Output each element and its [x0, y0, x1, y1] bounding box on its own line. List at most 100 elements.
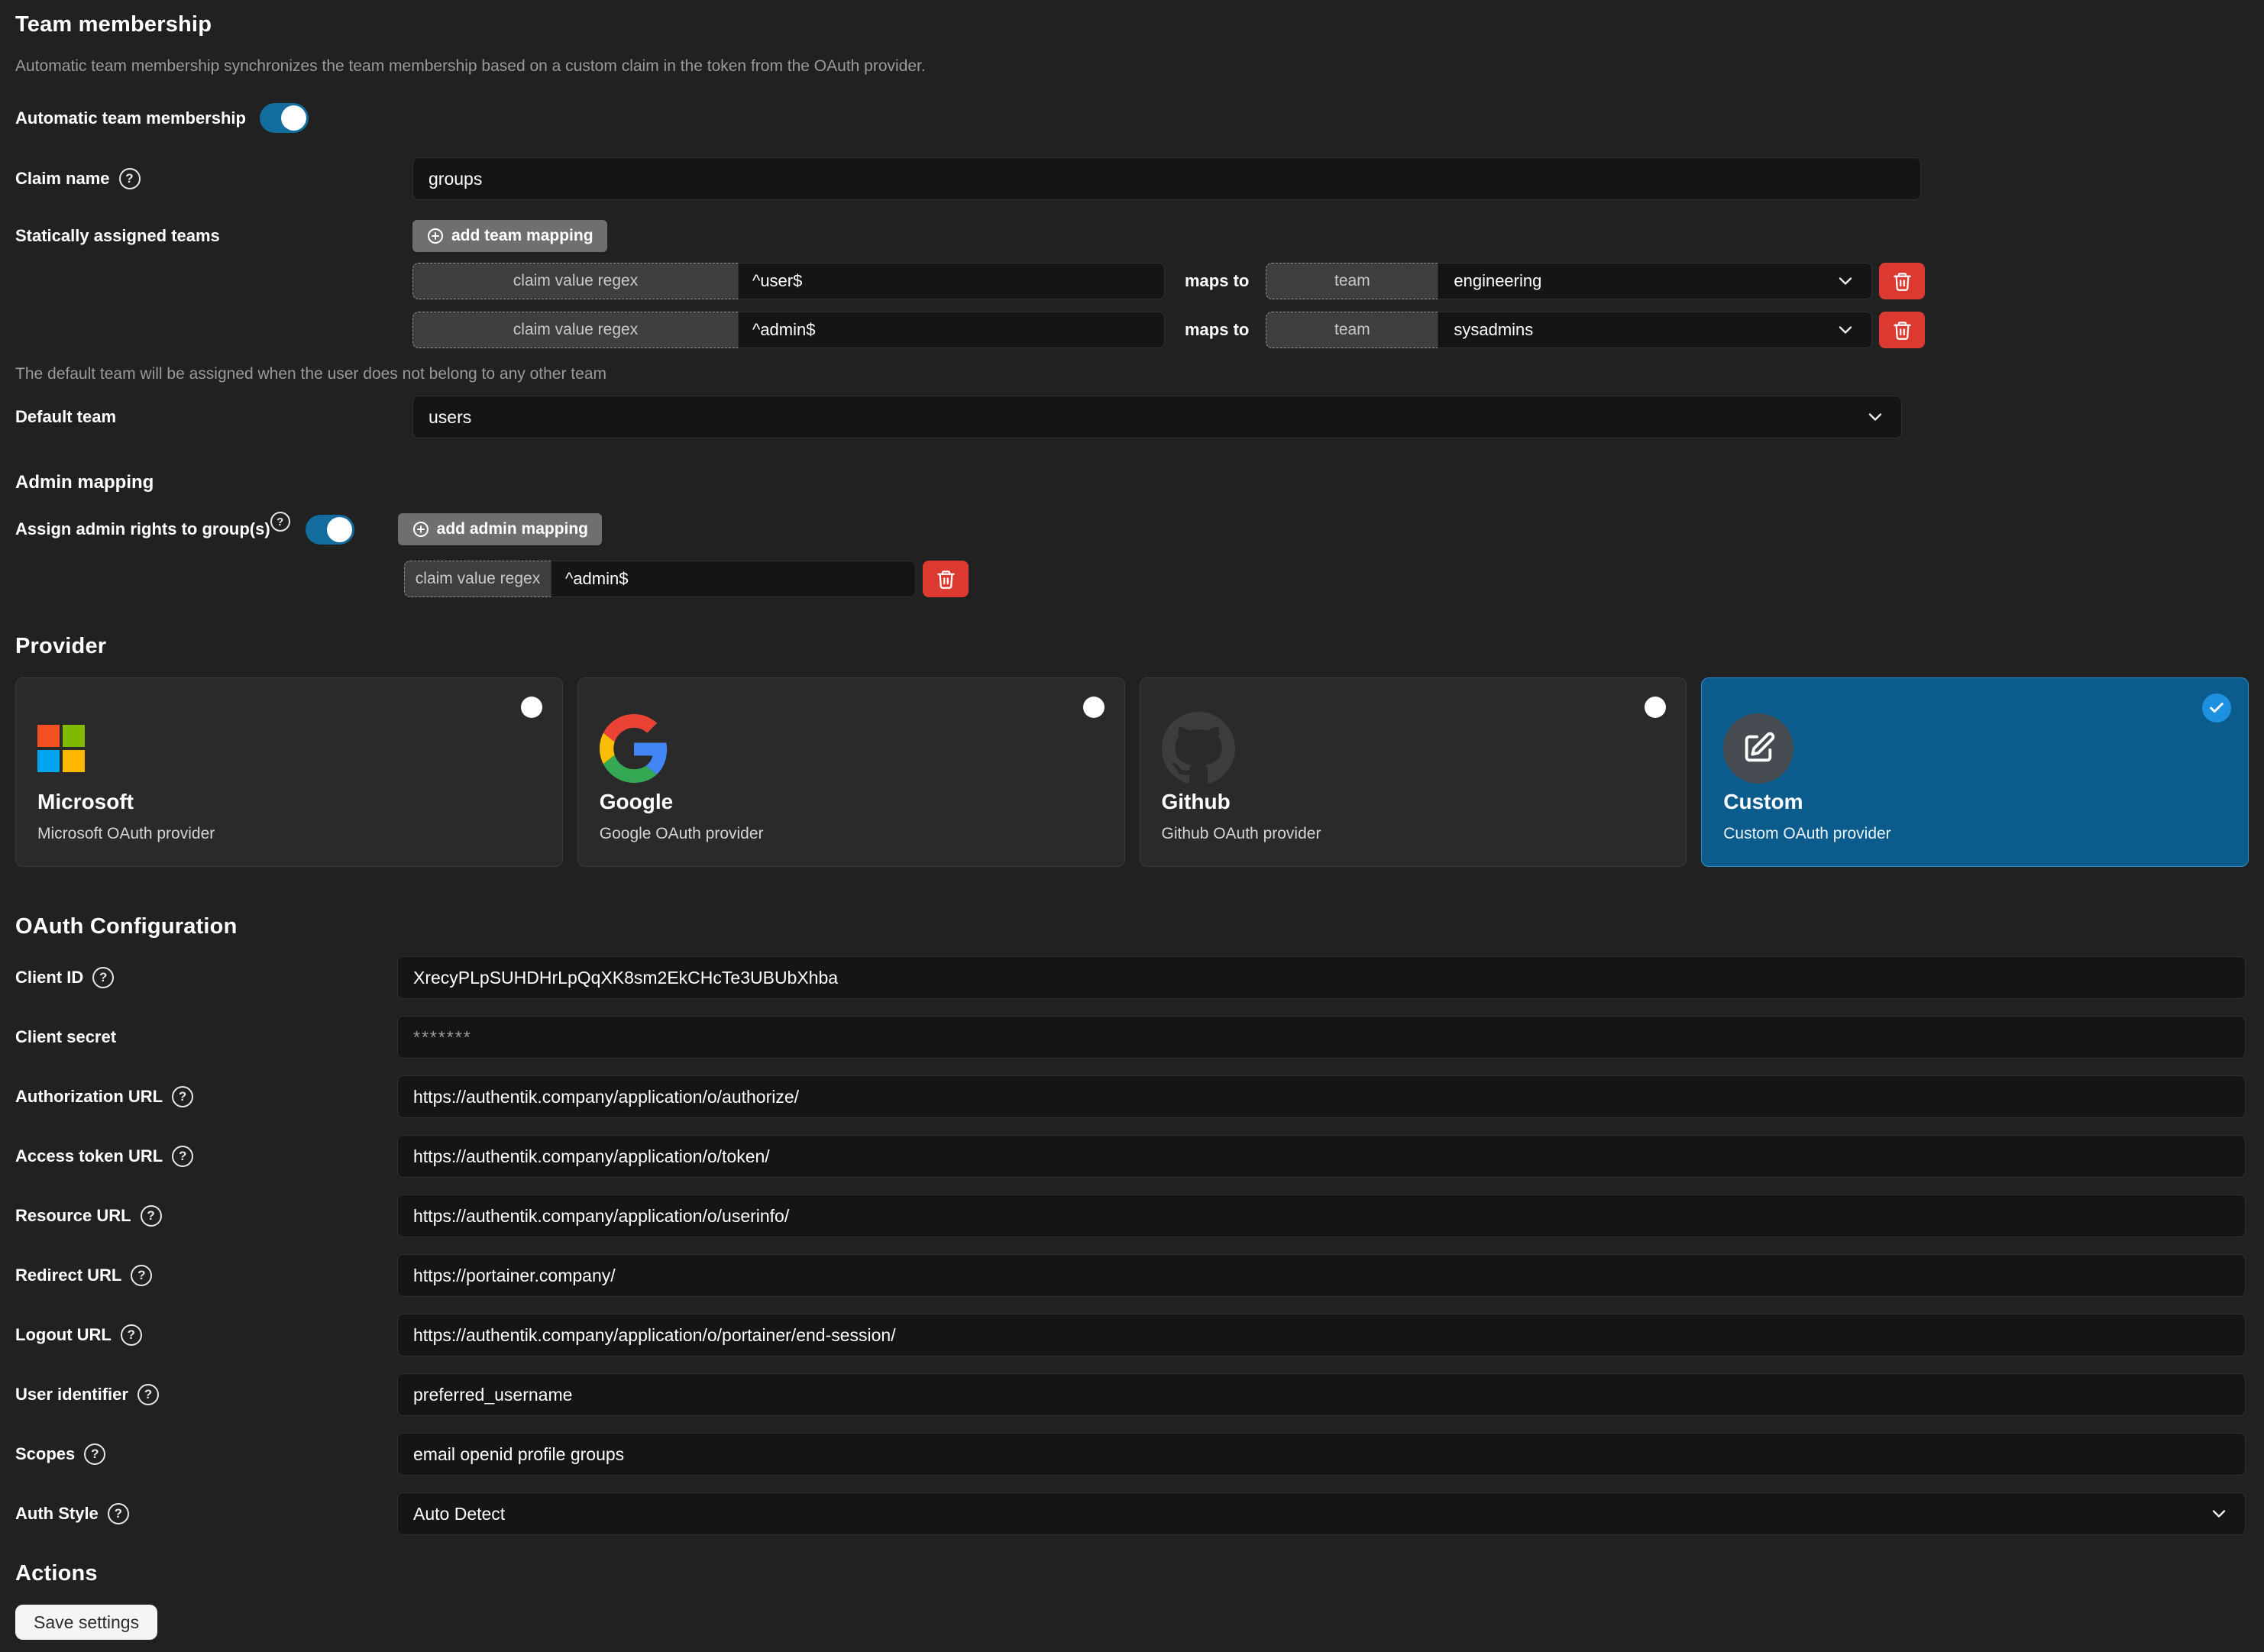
team-membership-description: Automatic team membership synchronizes t… [15, 57, 2249, 76]
client-id-input[interactable] [397, 956, 2246, 999]
default-team-label: Default team [15, 407, 116, 427]
help-icon[interactable]: ? [141, 1205, 162, 1227]
team-membership-title: Team membership [15, 12, 2249, 37]
save-settings-button[interactable]: Save settings [15, 1605, 157, 1640]
add-admin-mapping-button[interactable]: add admin mapping [398, 513, 602, 545]
delete-admin-mapping-button[interactable] [923, 561, 969, 597]
provider-card-microsoft[interactable]: Microsoft Microsoft OAuth provider [15, 677, 563, 867]
delete-mapping-button[interactable] [1879, 312, 1925, 348]
help-icon[interactable]: ? [121, 1324, 142, 1346]
add-admin-mapping-label: add admin mapping [437, 520, 588, 538]
provider-card-description: Github OAuth provider [1162, 825, 1321, 843]
oauth-configuration-title: OAuth Configuration [15, 914, 2249, 939]
authorization-url-label: Authorization URL [15, 1087, 163, 1107]
provider-card-title: Microsoft [37, 790, 134, 814]
resource-url-input[interactable] [397, 1195, 2246, 1237]
admin-mapping-title: Admin mapping [15, 472, 2249, 493]
redirect-url-input[interactable] [397, 1254, 2246, 1297]
chevron-down-icon [1835, 270, 1856, 292]
toggle-knob [281, 105, 306, 131]
oauth-field-row-redirect-url: Redirect URL ? [15, 1254, 2249, 1297]
assign-admin-row: Assign admin rights to group(s) ? add ad… [15, 513, 2249, 545]
provider-radio[interactable] [1645, 697, 1666, 718]
actions-section: Actions Save settings [15, 1561, 2249, 1640]
claim-value-regex-addon: claim value regex [412, 263, 738, 299]
toggle-knob [327, 517, 352, 542]
actions-title: Actions [15, 1561, 2249, 1586]
default-team-label-col: Default team [15, 407, 412, 427]
team-select-value: sysadmins [1454, 320, 1533, 340]
delete-mapping-button[interactable] [1879, 263, 1925, 299]
default-team-select[interactable]: users [412, 396, 1902, 438]
field-label-col: Scopes ? [15, 1443, 397, 1465]
authorization-url-input[interactable] [397, 1075, 2246, 1118]
assign-admin-toggle[interactable] [306, 515, 354, 545]
team-select[interactable]: engineering [1438, 263, 1872, 299]
provider-radio[interactable] [521, 697, 542, 718]
provider-radio[interactable] [1083, 697, 1105, 718]
scopes-label: Scopes [15, 1444, 75, 1464]
default-team-value: users [429, 407, 471, 428]
microsoft-logo-icon [37, 725, 85, 772]
oauth-field-row-auth-style: Auth Style ? Auto Detect [15, 1492, 2249, 1535]
chevron-down-icon [1835, 319, 1856, 341]
claim-value-regex-input[interactable] [738, 312, 1165, 348]
admin-mapping-row: claim value regex [404, 561, 2249, 597]
trash-icon [1892, 271, 1913, 292]
field-label-col: Client secret [15, 1027, 397, 1047]
maps-to-label: maps to [1185, 271, 1249, 291]
plus-circle-icon [412, 520, 430, 538]
oauth-field-row-client-id: Client ID ? [15, 956, 2249, 999]
client-id-label: Client ID [15, 968, 83, 988]
user-identifier-input[interactable] [397, 1373, 2246, 1416]
provider-card-github[interactable]: Github Github OAuth provider [1140, 677, 1687, 867]
claim-value-regex-addon: claim value regex [412, 312, 738, 348]
add-team-mapping-button[interactable]: add team mapping [412, 220, 607, 252]
auth-style-value: Auto Detect [413, 1504, 505, 1524]
user-identifier-label: User identifier [15, 1385, 128, 1405]
oauth-configuration-section: OAuth Configuration Client ID ? Client s… [15, 914, 2249, 1535]
client-secret-input[interactable] [397, 1016, 2246, 1059]
provider-card-google[interactable]: Google Google OAuth provider [577, 677, 1125, 867]
oauth-field-row-access-token-url: Access token URL ? [15, 1135, 2249, 1178]
github-logo-icon [1162, 712, 1235, 785]
provider-card-description: Google OAuth provider [600, 825, 764, 843]
resource-url-label: Resource URL [15, 1206, 131, 1226]
provider-section: Provider Microsoft Microsoft OAuth provi… [15, 634, 2249, 867]
statically-assigned-teams-label: Statically assigned teams [15, 226, 220, 246]
provider-card-title: Github [1162, 790, 1231, 814]
team-addon: team [1266, 263, 1438, 299]
help-icon[interactable]: ? [119, 168, 141, 189]
access-token-url-label: Access token URL [15, 1146, 163, 1166]
team-select-value: engineering [1454, 271, 1541, 291]
claim-value-regex-input[interactable] [738, 263, 1165, 299]
auth-style-select[interactable]: Auto Detect [397, 1492, 2246, 1535]
automatic-team-membership-toggle[interactable] [260, 103, 309, 133]
help-icon[interactable]: ? [270, 512, 290, 532]
help-icon[interactable]: ? [108, 1503, 129, 1524]
trash-icon [1892, 320, 1913, 341]
scopes-input[interactable] [397, 1433, 2246, 1476]
logout-url-label: Logout URL [15, 1325, 112, 1345]
provider-card-custom[interactable]: Custom Custom OAuth provider [1701, 677, 2249, 867]
access-token-url-input[interactable] [397, 1135, 2246, 1178]
oauth-field-row-logout-url: Logout URL ? [15, 1314, 2249, 1356]
claim-name-row: Claim name ? [15, 157, 2249, 200]
help-icon[interactable]: ? [131, 1265, 152, 1286]
help-icon[interactable]: ? [172, 1086, 193, 1107]
help-icon[interactable]: ? [92, 967, 114, 988]
help-icon[interactable]: ? [84, 1443, 105, 1465]
admin-claim-regex-input[interactable] [551, 561, 916, 597]
field-label-col: User identifier ? [15, 1384, 397, 1405]
trash-icon [936, 569, 956, 590]
team-membership-section: Team membership Automatic team membershi… [15, 12, 2249, 597]
provider-card-description: Microsoft OAuth provider [37, 825, 215, 843]
plus-circle-icon [426, 227, 445, 245]
selected-check-badge [2202, 693, 2231, 723]
claim-name-input[interactable] [412, 157, 1921, 200]
team-select[interactable]: sysadmins [1438, 312, 1872, 348]
claim-name-label-col: Claim name ? [15, 168, 412, 189]
help-icon[interactable]: ? [172, 1146, 193, 1167]
help-icon[interactable]: ? [137, 1384, 159, 1405]
logout-url-input[interactable] [397, 1314, 2246, 1356]
